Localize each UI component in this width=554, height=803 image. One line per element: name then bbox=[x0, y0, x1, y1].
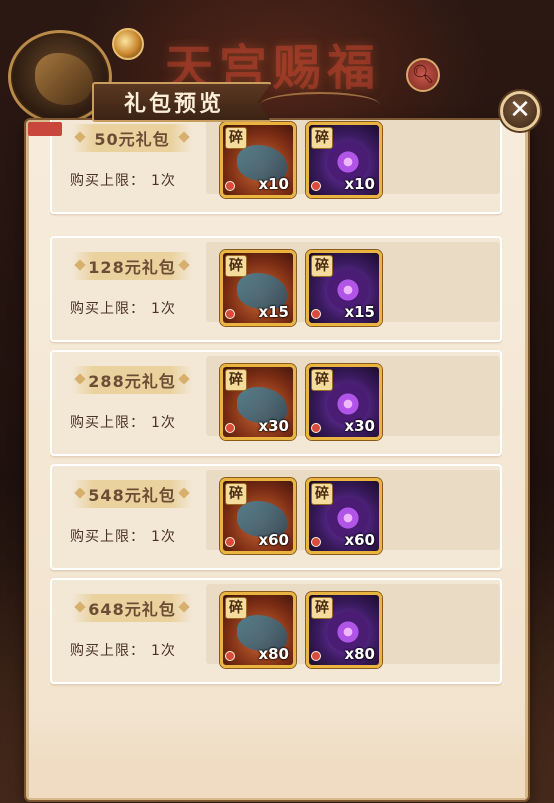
cloud-swirl-decoration bbox=[260, 92, 380, 118]
spider-shard-item[interactable]: 碎 x60 bbox=[306, 478, 382, 554]
search-icon: 🔍︎ bbox=[406, 58, 440, 92]
purchase-limit-label: 购买上限： bbox=[70, 529, 145, 545]
rarity-dot-icon bbox=[311, 181, 321, 191]
price-tag: 548元礼包 bbox=[72, 480, 192, 508]
dragon-shard-item[interactable]: 碎 x15 bbox=[220, 250, 296, 326]
purchase-limit-value: 1次 bbox=[151, 529, 176, 545]
rarity-dot-icon bbox=[225, 423, 235, 433]
rarity-dot-icon bbox=[311, 537, 321, 547]
item-quantity: x15 bbox=[344, 303, 375, 321]
purchase-limit-value: 1次 bbox=[151, 301, 176, 317]
purchase-limit: 购买上限： 1次 bbox=[70, 412, 176, 432]
purchase-limit-label: 购买上限： bbox=[70, 415, 145, 431]
shard-badge: 碎 bbox=[311, 369, 333, 391]
reward-items: 碎 x15 碎 x15 bbox=[206, 242, 500, 326]
coin-orb-icon bbox=[112, 28, 144, 60]
dragon-shard-item[interactable]: 碎 x80 bbox=[220, 592, 296, 668]
purchase-limit-label: 购买上限： bbox=[70, 643, 145, 659]
item-quantity: x10 bbox=[344, 175, 375, 193]
purchase-limit-value: 1次 bbox=[151, 173, 176, 189]
item-quantity: x60 bbox=[344, 531, 375, 549]
item-quantity: x10 bbox=[258, 175, 289, 193]
rarity-dot-icon bbox=[311, 309, 321, 319]
package-price: 50元礼包 bbox=[94, 130, 170, 149]
price-tag: 50元礼包 bbox=[72, 124, 192, 152]
package-price: 648元礼包 bbox=[88, 600, 176, 619]
rarity-dot-icon bbox=[225, 651, 235, 661]
package-card: 648元礼包 购买上限： 1次 碎 x80 碎 x80 bbox=[50, 578, 502, 684]
rarity-dot-icon bbox=[311, 423, 321, 433]
rarity-dot-icon bbox=[225, 309, 235, 319]
shard-badge: 碎 bbox=[311, 483, 333, 505]
shard-badge: 碎 bbox=[311, 127, 333, 149]
purchase-limit-label: 购买上限： bbox=[70, 173, 145, 189]
purchase-limit-value: 1次 bbox=[151, 415, 176, 431]
purchase-limit-label: 购买上限： bbox=[70, 301, 145, 317]
package-card: 50元礼包 购买上限： 1次 碎 x10 碎 x10 bbox=[50, 120, 502, 214]
rarity-dot-icon bbox=[225, 537, 235, 547]
spider-shard-item[interactable]: 碎 x80 bbox=[306, 592, 382, 668]
package-price: 128元礼包 bbox=[88, 258, 176, 277]
item-quantity: x60 bbox=[258, 531, 289, 549]
package-card: 288元礼包 购买上限： 1次 碎 x30 碎 x30 bbox=[50, 350, 502, 456]
purchase-limit: 购买上限： 1次 bbox=[70, 640, 176, 660]
item-quantity: x30 bbox=[258, 417, 289, 435]
dragon-shard-item[interactable]: 碎 x10 bbox=[220, 122, 296, 198]
package-list[interactable]: 50元礼包 购买上限： 1次 碎 x10 碎 x10 128元礼包 购买上限： 1次 bbox=[50, 120, 502, 690]
price-tag: 648元礼包 bbox=[72, 594, 192, 622]
shard-badge: 碎 bbox=[225, 483, 247, 505]
package-price: 548元礼包 bbox=[88, 486, 176, 505]
shard-badge: 碎 bbox=[225, 127, 247, 149]
spider-shard-item[interactable]: 碎 x30 bbox=[306, 364, 382, 440]
rarity-dot-icon bbox=[225, 181, 235, 191]
dialog-title: 礼包预览 bbox=[124, 92, 225, 117]
shard-badge: 碎 bbox=[225, 369, 247, 391]
reward-items: 碎 x10 碎 x10 bbox=[206, 120, 500, 198]
shard-badge: 碎 bbox=[311, 597, 333, 619]
item-quantity: x80 bbox=[344, 645, 375, 663]
dragon-shard-item[interactable]: 碎 x60 bbox=[220, 478, 296, 554]
spider-shard-item[interactable]: 碎 x15 bbox=[306, 250, 382, 326]
purchase-limit-value: 1次 bbox=[151, 643, 176, 659]
panel-footer-decoration bbox=[29, 720, 525, 798]
price-tag: 288元礼包 bbox=[72, 366, 192, 394]
item-quantity: x30 bbox=[344, 417, 375, 435]
dragon-shard-item[interactable]: 碎 x30 bbox=[220, 364, 296, 440]
package-card: 548元礼包 购买上限： 1次 碎 x60 碎 x60 bbox=[50, 464, 502, 570]
spider-shard-item[interactable]: 碎 x10 bbox=[306, 122, 382, 198]
purchase-limit: 购买上限： 1次 bbox=[70, 298, 176, 318]
item-quantity: x80 bbox=[258, 645, 289, 663]
rarity-dot-icon bbox=[311, 651, 321, 661]
close-button[interactable]: ✕ bbox=[500, 91, 540, 131]
price-tag: 128元礼包 bbox=[72, 252, 192, 280]
item-quantity: x15 bbox=[258, 303, 289, 321]
reward-items: 碎 x80 碎 x80 bbox=[206, 584, 500, 668]
purchase-limit: 购买上限： 1次 bbox=[70, 170, 176, 190]
package-card: 128元礼包 购买上限： 1次 碎 x15 碎 x15 bbox=[50, 236, 502, 342]
close-icon: ✕ bbox=[509, 95, 531, 125]
package-price: 288元礼包 bbox=[88, 372, 176, 391]
reward-items: 碎 x60 碎 x60 bbox=[206, 470, 500, 554]
purchase-limit: 购买上限： 1次 bbox=[70, 526, 176, 546]
corner-ribbon bbox=[28, 122, 62, 136]
shard-badge: 碎 bbox=[225, 597, 247, 619]
shard-badge: 碎 bbox=[225, 255, 247, 277]
shard-badge: 碎 bbox=[311, 255, 333, 277]
title-ribbon: 礼包预览 bbox=[92, 82, 272, 122]
reward-items: 碎 x30 碎 x30 bbox=[206, 356, 500, 440]
